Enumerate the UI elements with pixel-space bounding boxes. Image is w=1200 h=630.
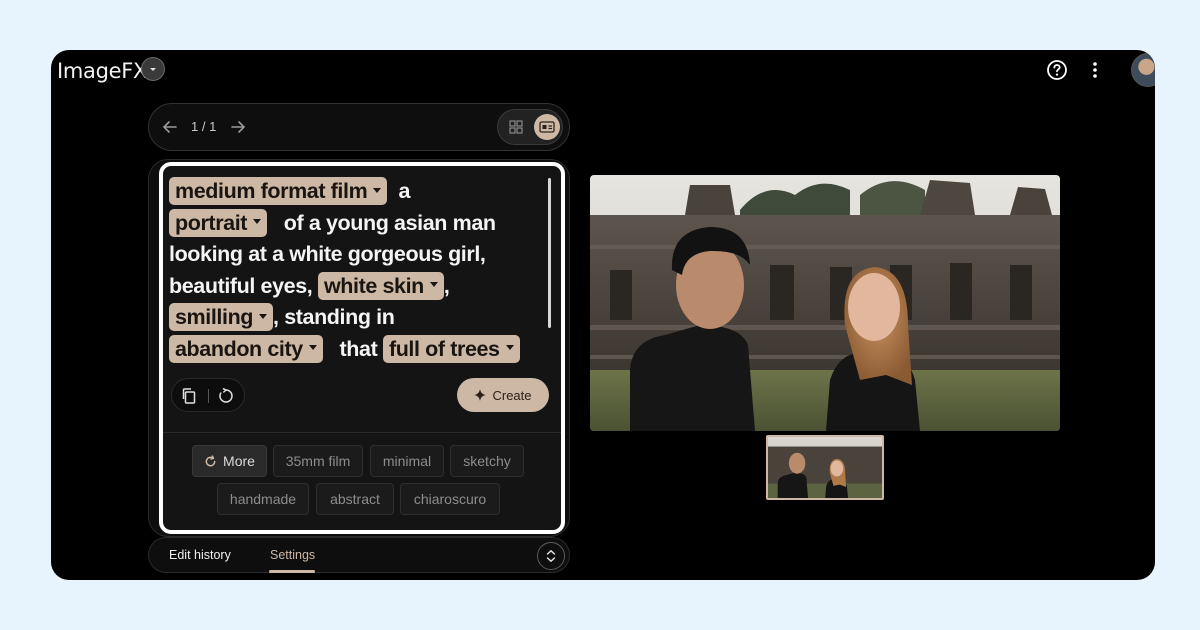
refresh-icon (205, 454, 216, 466)
tab-settings[interactable]: Settings (270, 548, 315, 562)
pager-count: 1 / 1 (191, 119, 217, 134)
avatar[interactable] (1131, 53, 1155, 87)
active-tab-indicator (269, 570, 315, 573)
unfold-icon (546, 550, 556, 562)
caret-down-icon (373, 187, 382, 193)
chip-white-skin[interactable]: white skin (317, 271, 444, 300)
caret-down-icon (308, 345, 317, 351)
grid-view-button[interactable] (504, 115, 528, 139)
bottom-tabs: Edit history Settings (148, 537, 570, 573)
image-thumbnail[interactable] (766, 435, 884, 500)
copy-icon[interactable] (180, 387, 198, 405)
create-label: Create (492, 387, 532, 403)
sparkle-icon (474, 389, 487, 401)
temple-photo-image (590, 175, 1060, 431)
prompt-scrollbar[interactable] (548, 178, 551, 328)
prompt-text[interactable]: medium format film a portrait of a young… (169, 176, 541, 365)
prompt-card: medium format film a portrait of a young… (159, 162, 565, 534)
chip-medium-format-film[interactable]: medium format film (169, 177, 388, 205)
prompt-actions (171, 378, 245, 412)
generated-image[interactable] (590, 175, 1060, 431)
caret-down-icon (253, 219, 262, 225)
style-chip[interactable]: 35mm film (273, 445, 363, 477)
single-view-icon (539, 121, 555, 133)
title-dropdown-button[interactable] (141, 57, 165, 81)
caret-down-icon (505, 345, 514, 351)
more-vert-icon[interactable] (1087, 59, 1103, 81)
style-chip[interactable]: minimal (370, 445, 444, 477)
style-chip[interactable]: abstract (316, 483, 394, 515)
grid-view-icon (509, 120, 523, 134)
view-toggle (497, 109, 563, 145)
chip-portrait[interactable]: portrait (169, 208, 268, 237)
arrow-left-icon[interactable] (161, 118, 179, 136)
chevron-down-icon (150, 68, 156, 71)
chip-full-of-trees[interactable]: full of trees (382, 334, 520, 363)
create-button[interactable]: Create (457, 378, 549, 412)
pager-bar: 1 / 1 (148, 103, 570, 151)
chip-abandon-city[interactable]: abandon city (169, 334, 323, 363)
single-view-button[interactable] (534, 114, 560, 140)
expand-button[interactable] (537, 542, 565, 570)
divider (163, 432, 561, 433)
reset-icon[interactable] (217, 387, 235, 405)
tab-edit-history[interactable]: Edit history (169, 548, 231, 562)
app-title: ImageFX (57, 59, 148, 83)
caret-down-icon (259, 313, 268, 319)
caret-down-icon (429, 282, 438, 288)
style-chip[interactable]: handmade (217, 483, 309, 515)
more-styles-button[interactable]: More (192, 445, 267, 477)
chip-smilling[interactable]: smilling (169, 303, 274, 331)
style-chip[interactable]: sketchy (450, 445, 524, 477)
style-chip[interactable]: chiaroscuro (400, 483, 500, 515)
arrow-right-icon[interactable] (229, 118, 247, 136)
divider (208, 389, 209, 403)
app-window: ImageFX 1 / 1 medium format film a portr… (51, 50, 1155, 580)
help-icon[interactable] (1046, 59, 1068, 81)
thumbnail-image (768, 437, 882, 498)
